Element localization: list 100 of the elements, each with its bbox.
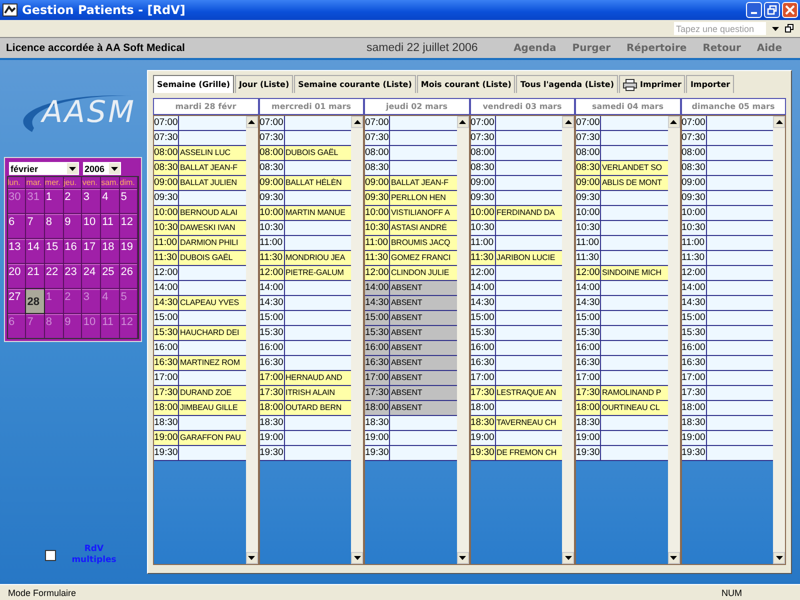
calendar-day[interactable]: 4 [101, 189, 119, 213]
appointment-cell[interactable] [706, 311, 773, 326]
appointment-cell[interactable]: ABSENT [390, 371, 456, 386]
appointment-cell[interactable]: PIETRE-GALUM [284, 266, 351, 281]
appointment-cell[interactable] [284, 221, 351, 236]
restore-window-icon[interactable] [785, 24, 794, 33]
appointment-cell[interactable] [601, 446, 668, 461]
appointment-cell[interactable] [601, 311, 668, 326]
view-tab[interactable]: Semaine (Grille) [153, 75, 234, 93]
appointment-cell[interactable] [601, 431, 668, 446]
appointment-cell[interactable] [284, 356, 351, 371]
multiple-appointments-checkbox[interactable] [45, 550, 56, 560]
appointment-cell[interactable] [179, 116, 246, 131]
scroll-up-icon[interactable] [670, 120, 677, 124]
calendar-day[interactable]: 11 [101, 214, 119, 238]
appointment-cell[interactable] [706, 401, 773, 416]
appointment-cell[interactable] [706, 446, 773, 461]
appointment-cell[interactable] [179, 266, 246, 281]
appointment-cell[interactable]: MARTINEZ ROM [179, 356, 246, 371]
appointment-cell[interactable]: DE FREMON CH [496, 446, 562, 461]
appointment-cell[interactable] [601, 296, 668, 311]
calendar-day[interactable]: 9 [64, 214, 82, 238]
scroll-up-icon[interactable] [564, 120, 572, 124]
appointment-cell[interactable] [284, 431, 351, 446]
appointment-cell[interactable]: ABSENT [390, 386, 456, 401]
month-dropdown[interactable]: février [8, 162, 78, 175]
calendar-day[interactable]: 6 [8, 214, 26, 238]
appointment-cell[interactable]: OUTARD BERN [284, 401, 351, 416]
appointment-cell[interactable] [496, 146, 562, 161]
calendar-day[interactable]: 23 [64, 264, 82, 288]
appointment-cell[interactable] [390, 416, 456, 431]
view-tab[interactable]: Mois courant (Liste) [416, 75, 516, 93]
appointment-cell[interactable] [601, 326, 668, 341]
appointment-cell[interactable]: SINDOINE MICH [601, 266, 668, 281]
appointment-cell[interactable] [496, 191, 562, 206]
appointment-cell[interactable]: HERNAUD AND [284, 371, 351, 386]
appointment-cell[interactable] [179, 281, 246, 296]
appointment-cell[interactable] [496, 296, 562, 311]
appointment-cell[interactable] [284, 341, 351, 356]
view-tab[interactable]: Imprimer [619, 75, 686, 93]
appointment-cell[interactable] [706, 281, 773, 296]
appointment-cell[interactable]: GARAFFON PAU [179, 431, 246, 446]
scrollbar[interactable] [668, 116, 680, 564]
scrollbar[interactable] [351, 116, 363, 564]
calendar-day[interactable]: 21 [26, 264, 44, 288]
appointment-cell[interactable] [706, 146, 773, 161]
appointment-cell[interactable]: BALLAT JEAN-F [179, 161, 246, 176]
appointment-cell[interactable]: ABSENT [390, 356, 456, 371]
appointment-cell[interactable]: BERNOUD ALAI [179, 206, 246, 221]
appointment-cell[interactable] [390, 431, 456, 446]
calendar-day[interactable]: 5 [120, 189, 138, 213]
view-tab[interactable]: Jour (Liste) [235, 75, 294, 93]
appointment-cell[interactable]: OURTINEAU CL [601, 401, 668, 416]
calendar-day[interactable]: 13 [8, 239, 26, 263]
appointment-cell[interactable] [496, 236, 562, 251]
scroll-up-icon[interactable] [459, 120, 466, 124]
minimize-button[interactable] [746, 2, 762, 18]
scroll-up-icon[interactable] [354, 120, 360, 124]
appointment-cell[interactable] [601, 251, 668, 266]
appointment-cell[interactable] [601, 371, 668, 386]
appointment-cell[interactable] [284, 446, 351, 461]
calendar-day[interactable]: 7 [26, 214, 44, 238]
appointment-cell[interactable] [706, 356, 773, 371]
appointment-cell[interactable]: MONDRIOU JEA [284, 251, 351, 266]
appointment-cell[interactable] [601, 236, 668, 251]
appointment-cell[interactable]: BALLAT HÉLÈN [284, 176, 351, 191]
appointment-cell[interactable] [706, 341, 773, 356]
appointment-cell[interactable] [706, 116, 773, 131]
appointment-cell[interactable]: ABSENT [390, 326, 456, 341]
maximize-button[interactable] [764, 2, 780, 18]
appointment-cell[interactable] [706, 161, 773, 176]
appointment-cell[interactable]: ABSENT [390, 341, 456, 356]
appointment-cell[interactable] [601, 356, 668, 371]
appointment-cell[interactable] [706, 206, 773, 221]
appointment-cell[interactable] [601, 221, 668, 236]
appointment-cell[interactable] [601, 281, 668, 296]
appointment-cell[interactable] [179, 191, 246, 206]
appointment-cell[interactable] [284, 296, 351, 311]
appointment-cell[interactable]: ITRISH ALAIN [284, 386, 351, 401]
appointment-cell[interactable] [496, 116, 562, 131]
appointment-cell[interactable]: ABSENT [390, 311, 456, 326]
appointment-cell[interactable] [706, 296, 773, 311]
appointment-cell[interactable]: ASSELIN LUC [179, 146, 246, 161]
calendar-day[interactable]: 17 [82, 239, 100, 263]
appointment-cell[interactable] [496, 311, 562, 326]
appointment-cell[interactable]: BROUMIS JACQ [390, 236, 456, 251]
calendar-day[interactable]: 22 [44, 264, 63, 288]
appointment-cell[interactable] [706, 266, 773, 281]
appointment-cell[interactable] [390, 146, 456, 161]
appointment-cell[interactable] [601, 191, 668, 206]
appointment-cell[interactable]: BALLAT JULIEN [179, 176, 246, 191]
appointment-cell[interactable] [706, 416, 773, 431]
appointment-cell[interactable] [496, 176, 562, 191]
appointment-cell[interactable]: ASTASI ANDRÉ [390, 221, 456, 236]
appointment-cell[interactable]: VISTILIANOFF A [390, 206, 456, 221]
scroll-up-icon[interactable] [248, 120, 255, 124]
appointment-cell[interactable] [179, 341, 246, 356]
appointment-cell[interactable] [496, 371, 562, 386]
appointment-cell[interactable] [706, 386, 773, 401]
appointment-cell[interactable] [179, 416, 246, 431]
